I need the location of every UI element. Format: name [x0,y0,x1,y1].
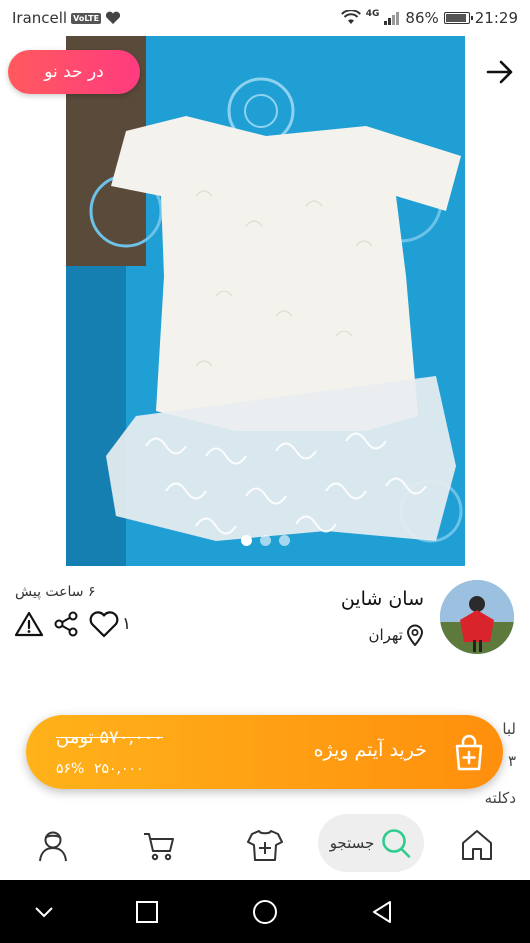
back-button[interactable] [482,54,518,90]
carousel-dot-3[interactable] [278,535,290,546]
heart-icon [89,611,119,638]
buy-featured-item-button[interactable]: خرید آیتم ویژه ۵۷۰,۰۰۰ تومن ۲۵۰,۰۰۰ ۵۶% [26,715,503,789]
add-item-icon [247,830,283,861]
back-system-button[interactable] [366,896,398,928]
square-icon [136,901,158,923]
network-type: 4G [365,9,380,19]
posted-time: ۶ ساعت پیش [15,584,96,600]
circle-icon [253,900,277,924]
status-right: 4G 86% 21:29 [340,9,518,27]
carousel-dot-2[interactable] [259,535,271,546]
signal-icon [384,12,400,25]
carousel-dot-1[interactable] [240,535,252,546]
report-button[interactable] [14,610,44,638]
profile-icon [39,831,67,862]
system-navigation-bar [0,880,530,943]
avatar-image [440,580,514,654]
seller-info-row: سان شاین تهران ۶ ساعت پیش ۱ [0,566,530,676]
seller-avatar[interactable] [440,580,514,654]
hide-nav-button[interactable] [28,896,60,928]
clock: 21:29 [474,9,518,27]
shopping-bag-plus-icon [455,734,483,771]
description-line-1: لبا [502,720,516,738]
condition-badge: در حد نو [8,50,140,94]
status-left: Irancell VoLTE [12,9,121,27]
nav-profile[interactable] [30,822,76,868]
product-image-carousel[interactable]: در حد نو [0,36,530,566]
share-button[interactable] [52,610,80,638]
carrier-name: Irancell [12,9,68,27]
heart-notification-icon [105,11,121,24]
nav-home[interactable] [454,822,500,868]
like-button[interactable]: ۱ [88,610,131,638]
seller-city-label: تهران [368,626,403,644]
home-system-button[interactable] [249,896,281,928]
carousel-dots [0,535,530,546]
nav-add-item[interactable] [242,822,288,868]
battery-icon [443,12,473,24]
new-price: ۲۵۰,۰۰۰ [94,761,144,777]
product-photo[interactable] [66,36,465,566]
seller-name[interactable]: سان شاین [341,588,424,610]
nav-cart[interactable] [136,822,182,868]
like-count: ۱ [122,614,132,634]
warning-icon [14,611,44,637]
discount-percent: ۵۶% [56,761,85,777]
battery-percent: 86% [405,9,439,27]
share-icon [54,611,78,637]
dress-photo-illustration [66,36,465,566]
wifi-icon [340,10,361,24]
bottom-navigation: جستجو [0,810,530,880]
description-line-2: ۳ [507,752,516,770]
arrow-right-icon [486,60,513,84]
old-price: ۵۷۰,۰۰۰ تومن [56,727,164,748]
seller-location: تهران [368,624,424,646]
recents-button[interactable] [131,896,163,928]
cart-icon [144,833,174,861]
search-label: جستجو [329,834,375,852]
listing-actions: ۱ [14,610,131,638]
description-line-3: دکلته [484,789,516,807]
volte-badge: VoLTE [71,12,102,24]
status-bar: Irancell VoLTE 4G 86% 21:29 [0,0,530,36]
search-icon [382,829,411,858]
nav-search[interactable]: جستجو [318,814,424,872]
triangle-back-icon [373,901,391,923]
battery-fill [445,14,467,22]
home-icon [462,830,492,860]
chevron-down-icon [35,907,53,918]
location-pin-icon [406,624,424,646]
buy-label: خرید آیتم ویژه [313,739,427,761]
